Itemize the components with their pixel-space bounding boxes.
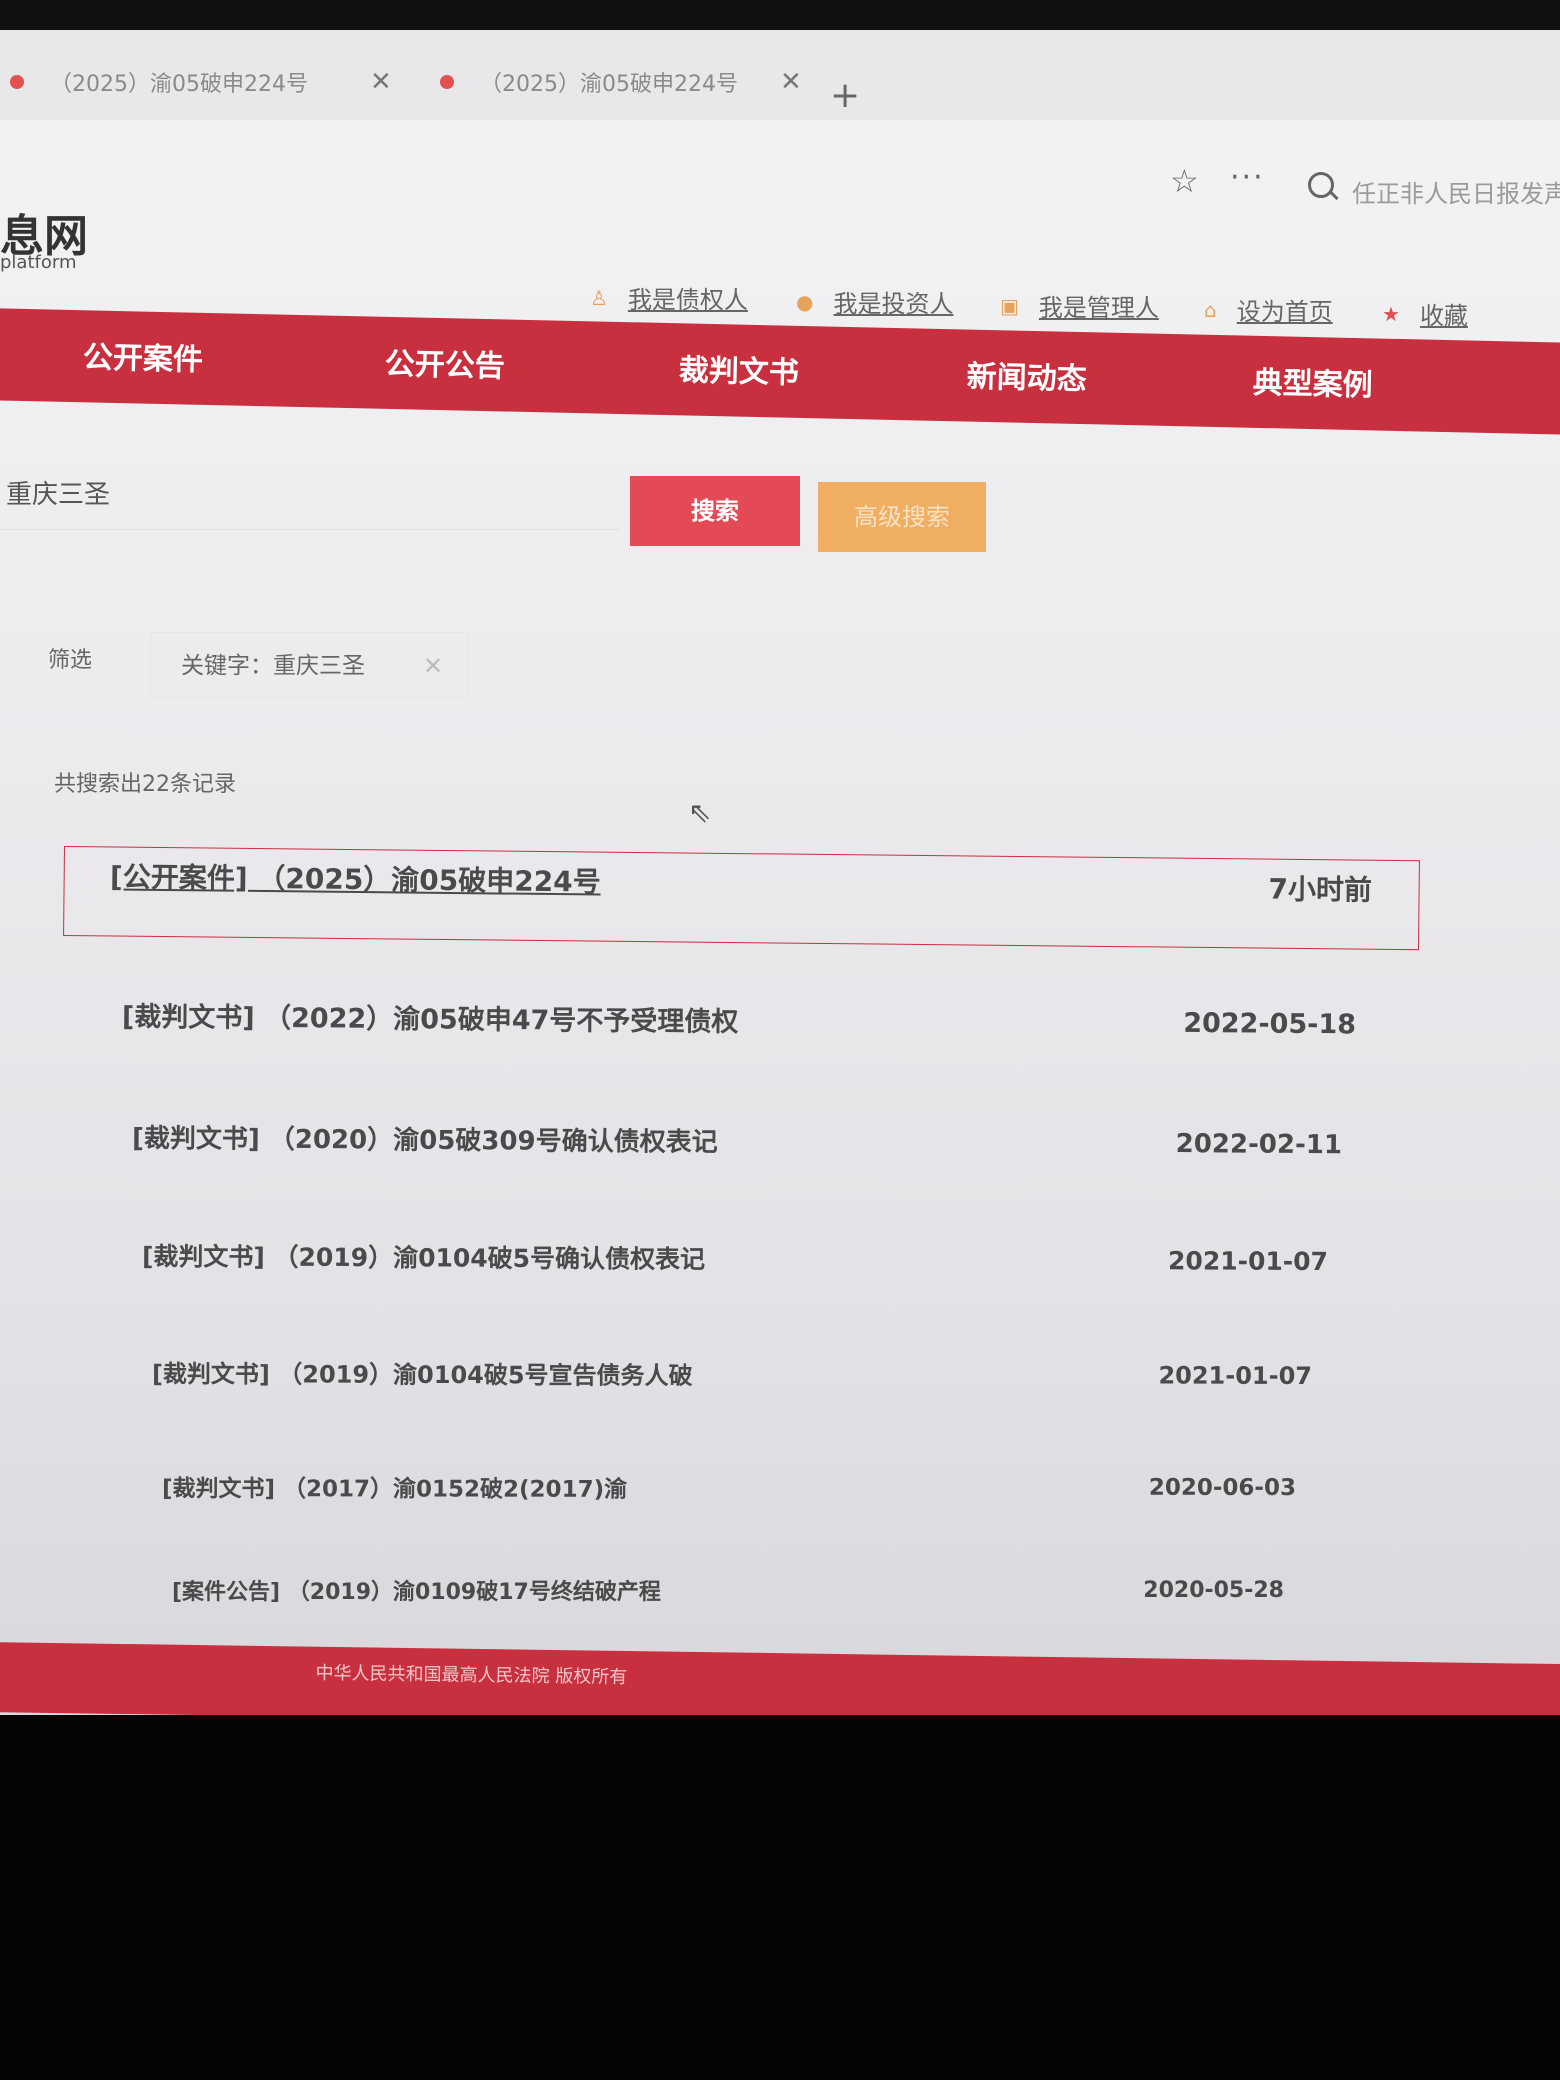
filter-remove-icon[interactable]: ✕ <box>423 633 443 699</box>
tab-2[interactable]: （2025）渝05破申224号 ✕ <box>440 52 810 112</box>
mouse-cursor-icon: ⇖ <box>688 796 712 829</box>
tab-title: （2025）渝05破申224号 <box>50 72 308 97</box>
nav-item-public-cases[interactable]: 公开案件 <box>83 332 204 379</box>
tab-close-icon[interactable]: ✕ <box>780 67 802 97</box>
result-title[interactable]: [案件公告] （2019）渝0109破17号终结破产程 <box>172 1574 661 1606</box>
result-date: 2020-05-28 <box>1143 1577 1284 1603</box>
browser-window: （2025）渝05破申224号 ✕ （2025）渝05破申224号 ✕ + ☆ … <box>0 0 1560 1715</box>
result-date: 2021-01-07 <box>1158 1360 1313 1390</box>
footer-copyright: 中华人民共和国最高人民法院 版权所有 <box>315 1662 628 1689</box>
result-date: 2021-01-07 <box>1167 1245 1329 1276</box>
tab-title: （2025）渝05破申224号 <box>480 72 738 97</box>
result-title[interactable]: [裁判文书] （2019）渝0104破5号确认债权表记 <box>142 1237 705 1276</box>
filter-chip-text: 关键字：重庆三圣 <box>181 653 365 679</box>
result-title[interactable]: [裁判文书] （2017）渝0152破2(2017)渝 <box>162 1469 627 1504</box>
investor-icon: ● <box>796 289 814 314</box>
tab-close-icon[interactable]: ✕ <box>370 67 392 97</box>
filter-label: 筛选 <box>48 648 93 673</box>
more-icon[interactable]: ··· <box>1230 160 1265 195</box>
result-date: 2020-06-03 <box>1148 1474 1297 1501</box>
home-icon: ⌂ <box>1204 297 1217 322</box>
user-links: ♙ 我是债权人 ● 我是投资人 ▣ 我是管理人 ⌂ 设为首页 ★ 收藏 <box>590 280 1560 331</box>
manager-icon: ▣ <box>1000 293 1019 318</box>
favicon-icon <box>440 75 454 89</box>
user-link-investor[interactable]: ● 我是投资人 <box>796 284 953 319</box>
result-count: 共搜索出22条记录 <box>54 772 236 797</box>
nav-item-judgments[interactable]: 裁判文书 <box>678 345 799 392</box>
monitor-bezel <box>0 0 1560 30</box>
bookmark-star-icon[interactable]: ☆ <box>1170 162 1199 200</box>
nav-item-public-notices[interactable]: 公开公告 <box>384 339 505 386</box>
result-date: 2022-05-18 <box>1183 1007 1357 1041</box>
nav-item-typical-cases[interactable]: 典型案例 <box>1252 358 1373 405</box>
result-date: 2022-02-11 <box>1175 1128 1343 1160</box>
result-row[interactable]: [裁判文书] （2022）渝05破申47号不予受理债权 2022-05-18 <box>122 995 1356 1045</box>
result-title[interactable]: [公开案件] （2025）渝05破申224号 <box>110 855 601 900</box>
user-link-creditor[interactable]: ♙ 我是债权人 <box>590 280 748 315</box>
search-icon[interactable] <box>1308 172 1334 198</box>
nav-item-news[interactable]: 新闻动态 <box>966 352 1087 399</box>
address-search-text[interactable]: 任正非人民日报发声 <box>1352 174 1560 209</box>
search-button[interactable]: 搜索 <box>630 476 800 546</box>
user-link-homepage[interactable]: ⌂ 设为首页 <box>1204 292 1333 327</box>
person-icon: ♙ <box>590 285 608 310</box>
site-logo-subtitle: platform <box>0 252 77 273</box>
filter-chip: 关键字：重庆三圣 ✕ <box>150 632 468 698</box>
result-row[interactable]: [裁判文书] （2017）渝0152破2(2017)渝 2020-06-03 <box>162 1469 1296 1505</box>
result-row[interactable]: [裁判文书] （2020）渝05破309号确认债权表记 2022-02-11 <box>132 1118 1342 1163</box>
result-title[interactable]: [裁判文书] （2022）渝05破申47号不予受理债权 <box>122 995 739 1039</box>
tab-1[interactable]: （2025）渝05破申224号 ✕ <box>10 52 410 112</box>
tab-strip: （2025）渝05破申224号 ✕ （2025）渝05破申224号 ✕ + <box>0 30 1560 120</box>
result-row[interactable]: [案件公告] （2019）渝0109破17号终结破产程 2020-05-28 <box>172 1574 1284 1606</box>
system-tray-icons: ◆◆▲▣▣ <box>1390 1712 1497 1715</box>
result-row[interactable]: [裁判文书] （2019）渝0104破5号确认债权表记 2021-01-07 <box>142 1237 1328 1279</box>
search-input[interactable]: 重庆三圣 <box>0 460 620 530</box>
result-date: 7小时前 <box>1268 872 1373 907</box>
advanced-search-button[interactable]: 高级搜索 <box>818 482 986 552</box>
star-icon: ★ <box>1382 301 1400 326</box>
footer: 中华人民共和国最高人民法院 版权所有 <box>0 1642 1560 1715</box>
favicon-icon <box>10 75 24 89</box>
new-tab-icon[interactable]: + <box>830 78 860 114</box>
result-title[interactable]: [裁判文书] （2020）渝05破309号确认债权表记 <box>132 1118 718 1159</box>
result-row[interactable]: [裁判文书] （2019）渝0104破5号宣告债务人破 2021-01-07 <box>152 1354 1312 1393</box>
user-link-favorite[interactable]: ★ 收藏 <box>1382 296 1468 331</box>
result-title[interactable]: [裁判文书] （2019）渝0104破5号宣告债务人破 <box>152 1354 693 1391</box>
user-link-manager[interactable]: ▣ 我是管理人 <box>1000 288 1159 323</box>
